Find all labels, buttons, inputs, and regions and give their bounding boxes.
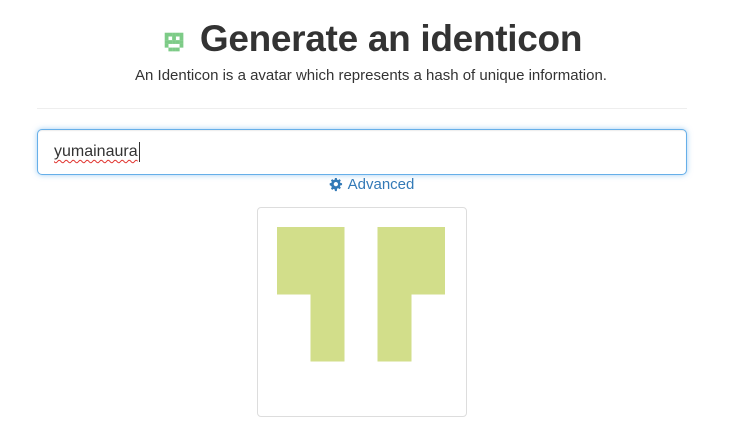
page-subtitle: An Identicon is a avatar which represent… [135, 67, 607, 84]
logo-cell [168, 40, 173, 44]
logo-cell [171, 36, 176, 41]
identicon-cell [310, 294, 345, 328]
logo-cell [175, 32, 180, 37]
page: Generate an identicon An Identicon is a … [0, 0, 742, 427]
logo-cell [175, 47, 180, 52]
logo-cell [164, 32, 169, 37]
identicon-cell [277, 227, 311, 261]
identicon-cell [411, 227, 445, 261]
identicon-cell [411, 260, 445, 295]
advanced-link[interactable]: Advanced [0, 176, 742, 193]
logo-cell [171, 47, 176, 52]
identicon-image [277, 227, 445, 362]
logo-cell [175, 40, 180, 44]
identicon-cell [377, 294, 412, 328]
logo-cell [179, 43, 184, 48]
identicon-preview [257, 207, 467, 417]
input-value: yumainaura [54, 143, 138, 160]
identicon-cell [377, 260, 412, 295]
identicon-cell [377, 227, 412, 261]
divider [37, 108, 687, 109]
logo-cell [171, 32, 176, 37]
logo-cell [179, 40, 184, 44]
page-title: Generate an identicon [199, 18, 583, 59]
identicon-cell [310, 227, 345, 261]
identicon-cell [377, 327, 412, 362]
identicon-logo-icon [164, 32, 184, 52]
text-caret [139, 142, 140, 162]
advanced-label: Advanced [347, 176, 415, 193]
header: Generate an identicon [0, 14, 742, 64]
logo-cell [164, 40, 169, 44]
logo-cell [179, 32, 184, 37]
gear-icon [329, 177, 342, 192]
identicon-cell [310, 327, 345, 362]
logo-cell [171, 40, 176, 44]
logo-cell [168, 32, 173, 37]
logo-cell [168, 47, 173, 52]
logo-cell [179, 36, 184, 41]
logo-cell [164, 36, 169, 41]
logo-cell [164, 43, 169, 48]
identicon-text-input[interactable]: yumainaura [37, 129, 687, 175]
identicon-cell [310, 260, 345, 295]
identicon-cell [277, 260, 311, 295]
